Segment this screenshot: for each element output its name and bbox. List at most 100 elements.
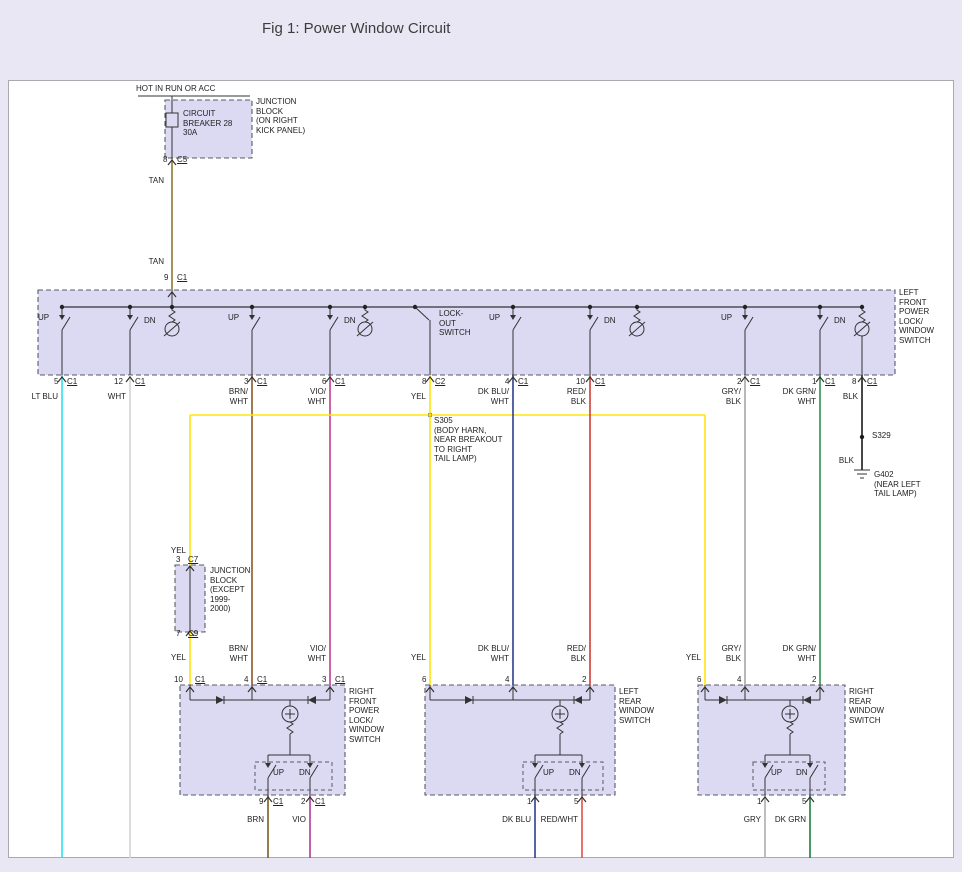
wire-color-label: GRY/ BLK [691,387,741,406]
connector-label: C1 [257,675,267,685]
pin-label: 2 [737,377,741,387]
connector-label: C2 [435,377,445,387]
junction-dot [363,305,367,309]
wire-color-label: DK BLU/ WHT [459,387,509,406]
pin-label: 5 [54,377,58,387]
pin-label: 4 [244,675,248,685]
pin-label: 8 [163,155,167,165]
pin-label: 1 [527,797,531,807]
right-front-switch-box [180,685,345,795]
wire-color-label: GRY [711,815,761,825]
wire-color-label: RED/ BLK [536,387,586,406]
dn-label: DN [299,768,311,778]
connector-label: C1 [315,797,325,807]
connector-label: C7 [188,555,198,565]
wire-color-label: RED/ BLK [536,644,586,663]
up-label: UP [273,768,284,778]
pin-label: 6 [422,675,426,685]
pin-label: 6 [697,675,701,685]
connector-label: C1 [135,377,145,387]
up-label: UP [543,768,554,778]
wire-color-label: WHT [76,392,126,402]
pin-label: 6 [322,377,326,387]
pin-label: 5 [802,797,806,807]
mid-junction-block [175,565,205,632]
splice-s305-label: S305 (BODY HARN, NEAR BREAKOUT TO RIGHT … [434,416,502,464]
connector-label: C1 [67,377,77,387]
pin-label: 2 [582,675,586,685]
pin-label: 8 [852,377,856,387]
wire-color-label: VIO [256,815,306,825]
junction-dot [511,305,515,309]
right-rear-switch-box [698,685,845,795]
ground-g402-label: G402 (NEAR LEFT TAIL LAMP) [874,470,921,499]
pin-label: 4 [505,675,509,685]
master-switch-label: LEFT FRONT POWER LOCK/ WINDOW SWITCH [899,288,934,345]
left-rear-switch-outline [425,685,615,795]
wire-color-label: BLK [804,456,854,466]
lockout-switch-label: LOCK- OUT SWITCH [439,309,471,338]
left-rear-switch-box [425,685,615,795]
connector-label: C1 [273,797,283,807]
connector-label: C1 [177,273,187,283]
wire-color-label: BRN/ WHT [198,644,248,663]
pin-label: 2 [301,797,305,807]
wire-color-label: LT BLU [8,392,58,402]
wire-color-label: GRY/ BLK [691,644,741,663]
junction-dot [250,305,254,309]
wire-color-label: DK BLU/ WHT [459,644,509,663]
wire-color-label: RED/WHT [528,815,578,825]
wire-color-label: YEL [376,653,426,663]
diagram-page: Fig 1: Power Window Circuit [0,0,962,872]
connector-label: C1 [750,377,760,387]
dn-label: DN [796,768,808,778]
pin-label: 7 [176,629,180,639]
junction-dot [328,305,332,309]
junction-dot [743,305,747,309]
right-rear-switch-label: RIGHT REAR WINDOW SWITCH [849,687,884,725]
right-front-switch-outline [180,685,345,795]
pin-label: 3 [244,377,248,387]
connector-label: C1 [518,377,528,387]
junction-block-mid-label: JUNCTION BLOCK (EXCEPT 1999- 2000) [210,566,250,614]
pin-label: 5 [574,797,578,807]
left-rear-switch-label: LEFT REAR WINDOW SWITCH [619,687,654,725]
junction-dot [860,305,864,309]
dn-label: DN [344,316,356,326]
hot-feed-label: HOT IN RUN OR ACC [136,84,215,94]
right-front-switch-label: RIGHT FRONT POWER LOCK/ WINDOW SWITCH [349,687,384,744]
dn-label: DN [604,316,616,326]
wire-color-label: VIO/ WHT [276,644,326,663]
pin-label: 1 [812,377,816,387]
wire-color-label: DK GRN/ WHT [766,644,816,663]
junction-dot [413,305,417,309]
wire-color-label: VIO/ WHT [276,387,326,406]
wire-color-label: DK GRN [756,815,806,825]
connector-label: C1 [257,377,267,387]
junction-dot [128,305,132,309]
circuit-breaker-label: CIRCUIT BREAKER 28 30A [183,109,232,138]
connector-label: C5 [177,155,187,165]
pin-label: 3 [322,675,326,685]
connector-label: C1 [195,675,205,685]
wire-color-label: TAN [114,176,164,186]
pin-label: 9 [164,273,168,283]
dn-label: DN [144,316,156,326]
pin-label: 1 [757,797,761,807]
connector-label: C1 [595,377,605,387]
dn-label: DN [834,316,846,326]
up-label: UP [771,768,782,778]
pin-label: 12 [114,377,123,387]
pin-label: 10 [174,675,183,685]
pin-label: 9 [259,797,263,807]
wire-color-label: YEL [136,653,186,663]
up-label: UP [489,313,500,323]
wire-color-label: DK BLU [481,815,531,825]
up-label: UP [228,313,239,323]
wire-color-label: YEL [376,392,426,402]
connector-label: C1 [867,377,877,387]
pin-label: 10 [576,377,585,387]
connector-label: C1 [335,377,345,387]
wire-color-label: BRN/ WHT [198,387,248,406]
junction-dot [635,305,639,309]
